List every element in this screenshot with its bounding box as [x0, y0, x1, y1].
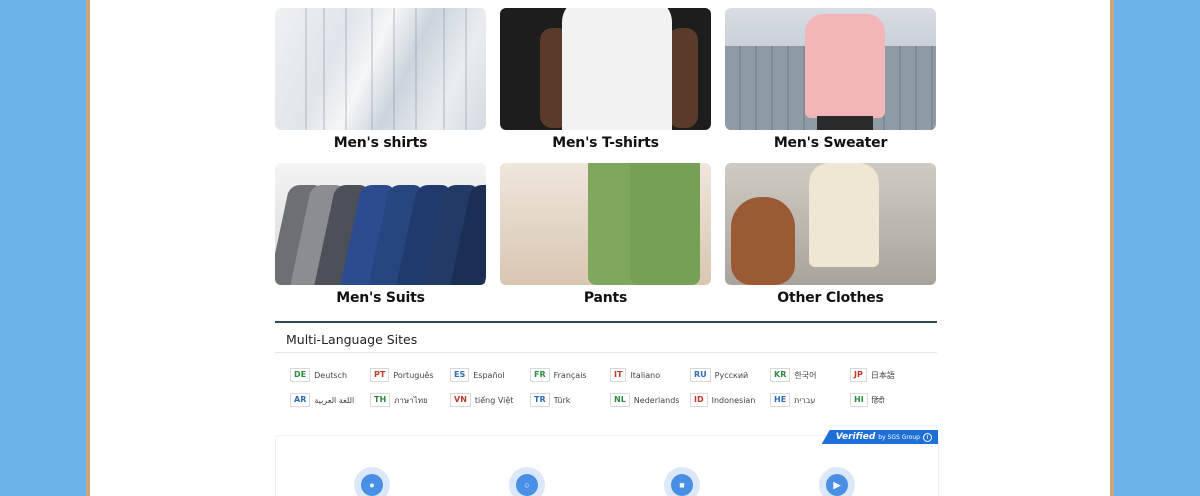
language-code-badge: TR	[530, 393, 550, 407]
language-name[interactable]: 日本語	[871, 370, 895, 381]
language-link-jp[interactable]: JP 日本語	[850, 368, 895, 382]
language-link-pt[interactable]: PT Português	[370, 368, 434, 382]
category-card-mens-tshirts[interactable]: Men's T-shirts	[500, 8, 711, 151]
mens-tshirts-image[interactable]	[500, 8, 711, 130]
language-name[interactable]: Italiano	[630, 371, 660, 380]
pants-image[interactable]	[500, 163, 711, 285]
verified-section: Verified by SGS Group i ● ○ ■ ▶	[275, 430, 939, 496]
category-card-mens-suits[interactable]: Men's Suits	[275, 163, 486, 306]
language-code-badge: FR	[530, 368, 550, 382]
language-name[interactable]: Deutsch	[314, 371, 347, 380]
language-link-fr[interactable]: FR Français	[530, 368, 587, 382]
language-name[interactable]: Türk	[554, 396, 571, 405]
language-name[interactable]: Nederlands	[634, 396, 680, 405]
mens-suits-image[interactable]	[275, 163, 486, 285]
language-code-badge: RU	[690, 368, 711, 382]
language-link-id[interactable]: ID Indonesian	[690, 393, 755, 407]
language-link-ar[interactable]: AR اللغة العربية	[290, 393, 354, 407]
language-name[interactable]: Français	[554, 371, 587, 380]
language-code-badge: NL	[610, 393, 630, 407]
language-code-badge: KR	[770, 368, 791, 382]
user-gear-icon: ●	[354, 467, 390, 496]
language-code-badge: PT	[370, 368, 390, 382]
language-name[interactable]: Español	[473, 371, 504, 380]
language-name[interactable]: اللغة العربية	[314, 396, 354, 405]
language-link-de[interactable]: DE Deutsch	[290, 368, 347, 382]
category-label[interactable]: Men's T-shirts	[500, 135, 711, 151]
language-name[interactable]: tiếng Việt	[475, 396, 514, 405]
language-code-badge: TH	[370, 393, 391, 407]
language-link-nl[interactable]: NL Nederlands	[610, 393, 679, 407]
language-link-ru[interactable]: RU Русский	[690, 368, 748, 382]
language-link-hi[interactable]: HI हिंदी	[850, 393, 884, 407]
language-code-badge: ES	[450, 368, 470, 382]
language-list: DE Deutsch PT Português ES Español FR Français I…	[275, 353, 937, 423]
category-label[interactable]: Men's Suits	[275, 290, 486, 306]
category-card-mens-shirts[interactable]: Men's shirts	[275, 8, 486, 151]
factory-icon: ■	[664, 467, 700, 496]
language-code-badge: AR	[290, 393, 311, 407]
category-label[interactable]: Pants	[500, 290, 711, 306]
language-code-badge: JP	[850, 368, 867, 382]
language-link-es[interactable]: ES Español	[450, 368, 505, 382]
language-link-tr[interactable]: TR Türk	[530, 393, 570, 407]
language-code-badge: DE	[290, 368, 311, 382]
mens-shirts-image[interactable]	[275, 8, 486, 130]
info-icon[interactable]: i	[923, 432, 932, 442]
multi-language-title: Multi-Language Sites	[275, 323, 937, 353]
category-card-pants[interactable]: Pants	[500, 163, 711, 306]
language-code-badge: HE	[770, 393, 791, 407]
language-link-he[interactable]: HE עברית	[770, 393, 815, 407]
other-clothes-image[interactable]	[725, 163, 936, 285]
language-name[interactable]: हिंदी	[872, 395, 885, 406]
category-label[interactable]: Men's Sweater	[725, 135, 936, 151]
multi-language-section: Multi-Language Sites DE Deutsch PT Portuguê…	[275, 321, 937, 423]
export-icon: ▶	[819, 467, 855, 496]
language-link-vn[interactable]: VN tiếng Việt	[450, 393, 513, 407]
language-name[interactable]: Indonesian	[712, 396, 756, 405]
mens-sweater-image[interactable]	[725, 8, 936, 130]
language-name[interactable]: Русский	[715, 371, 749, 380]
category-label[interactable]: Other Clothes	[725, 290, 936, 306]
category-card-mens-sweater[interactable]: Men's Sweater	[725, 8, 936, 151]
category-card-other-clothes[interactable]: Other Clothes	[725, 163, 936, 306]
language-link-kr[interactable]: KR 한국어	[770, 368, 816, 382]
language-name[interactable]: ภาษาไทย	[394, 394, 428, 407]
language-link-th[interactable]: TH ภาษาไทย	[370, 393, 428, 407]
language-name[interactable]: עברית	[794, 396, 815, 405]
oem-icon: ○	[509, 467, 545, 496]
language-code-badge: VN	[450, 393, 471, 407]
language-name[interactable]: Português	[393, 371, 433, 380]
language-link-it[interactable]: IT Italiano	[610, 368, 660, 382]
verified-label: Verified	[835, 432, 876, 442]
verified-by-label: by SGS Group	[878, 433, 920, 441]
sgs-verified-badge[interactable]: Verified by SGS Group i	[821, 430, 938, 444]
language-code-badge: HI	[850, 393, 868, 407]
language-code-badge: IT	[610, 368, 627, 382]
language-code-badge: ID	[690, 393, 708, 407]
category-label[interactable]: Men's shirts	[275, 135, 486, 151]
page-content: Men's shirts Men's T-shirts Men's Sweate…	[90, 0, 1110, 496]
language-name[interactable]: 한국어	[794, 370, 816, 381]
